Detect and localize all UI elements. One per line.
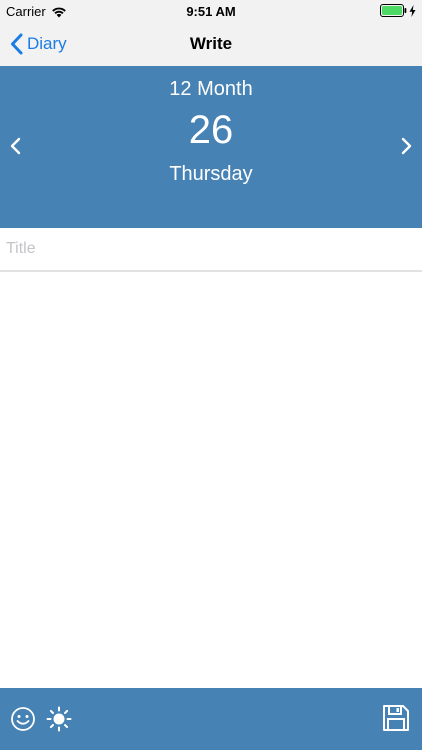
emoji-button[interactable] [10, 706, 36, 732]
date-day: 26 [188, 108, 234, 152]
status-time: 9:51 AM [186, 4, 236, 19]
date-month: 12 Month [169, 78, 253, 100]
nav-bar: Diary Write [0, 22, 422, 66]
date-panel: 12 Month 26 Thursday [0, 66, 422, 228]
smiley-icon [11, 707, 35, 731]
next-day-button[interactable] [394, 134, 418, 158]
page-title: Write [189, 34, 233, 53]
bottom-toolbar [0, 688, 422, 750]
battery-icon [380, 4, 407, 17]
diary-body-input[interactable] [0, 274, 422, 688]
status-battery [380, 4, 416, 17]
weather-button[interactable] [46, 706, 72, 732]
floppy-disk-icon [383, 705, 409, 731]
sun-icon [46, 706, 72, 732]
chevron-right-icon [401, 137, 412, 155]
title-input[interactable] [0, 228, 422, 272]
charging-bolt-icon [409, 4, 416, 17]
save-button[interactable] [382, 704, 410, 732]
status-bar: Carrier 9:51 AM [0, 0, 422, 22]
date-weekday: Thursday [169, 163, 253, 185]
